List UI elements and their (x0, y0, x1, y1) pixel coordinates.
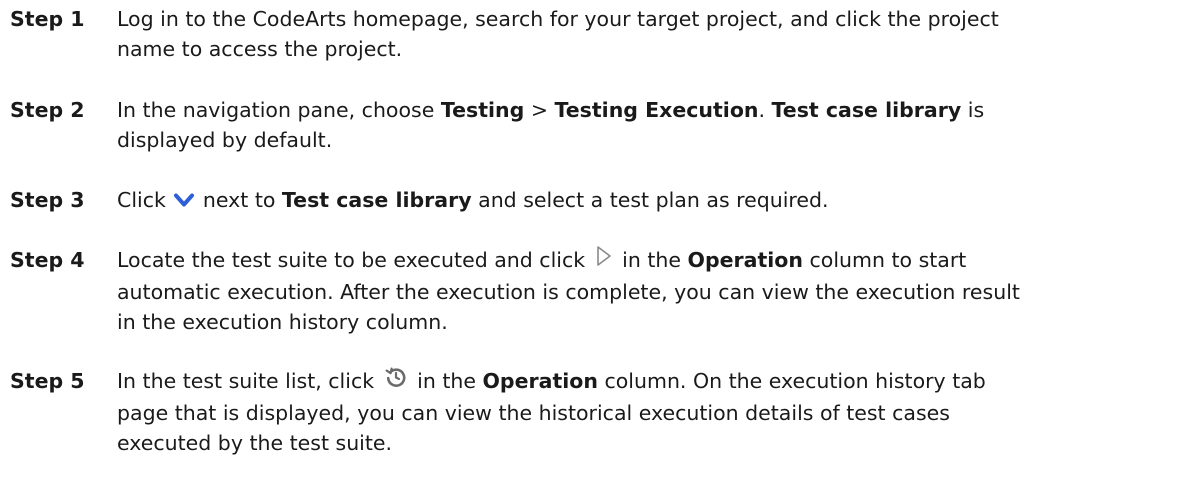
step-2-text-part: . (758, 98, 772, 122)
play-icon[interactable] (596, 245, 612, 267)
step-3-label: Step 3 (10, 188, 85, 212)
step-4-text-part: in the (615, 248, 688, 272)
step-2-text-part: In the navigation pane, choose (117, 98, 441, 122)
step-3-text-part: next to (196, 188, 282, 212)
step-3-text-part: Click (117, 188, 173, 212)
step-2-separator: > (524, 98, 555, 122)
step-2-text: In the navigation pane, choose Testing >… (117, 95, 1037, 155)
step-5-text-part: In the test suite list, click (117, 369, 381, 393)
step-4-text: Locate the test suite to be executed and… (117, 245, 1037, 337)
step-1-label: Step 1 (10, 7, 85, 31)
step-5-text-part: in the (410, 369, 483, 393)
step-5-text: In the test suite list, click in the Ope… (117, 366, 1037, 458)
step-1-text-part: Log in to the CodeArts homepage, search … (117, 7, 999, 61)
step-4-label: Step 4 (10, 248, 85, 272)
test-case-library-label: Test case library (771, 98, 962, 122)
history-icon[interactable] (385, 366, 407, 388)
menu-testing-execution: Testing Execution (554, 98, 759, 122)
step-3-text-part: and select a test plan as required. (471, 188, 829, 212)
step-4-text-part: Locate the test suite to be executed and… (117, 248, 592, 272)
step-2-label: Step 2 (10, 98, 85, 122)
step-5-label: Step 5 (10, 369, 85, 393)
operation-column-label: Operation (687, 248, 803, 272)
step-3-text: Click next to Test case library and sele… (117, 185, 1037, 215)
chevron-down-icon[interactable] (174, 192, 195, 208)
operation-column-label: Operation (482, 369, 598, 393)
menu-testing: Testing (440, 98, 525, 122)
test-case-library-label: Test case library (281, 188, 472, 212)
step-1-text: Log in to the CodeArts homepage, search … (117, 4, 1037, 64)
